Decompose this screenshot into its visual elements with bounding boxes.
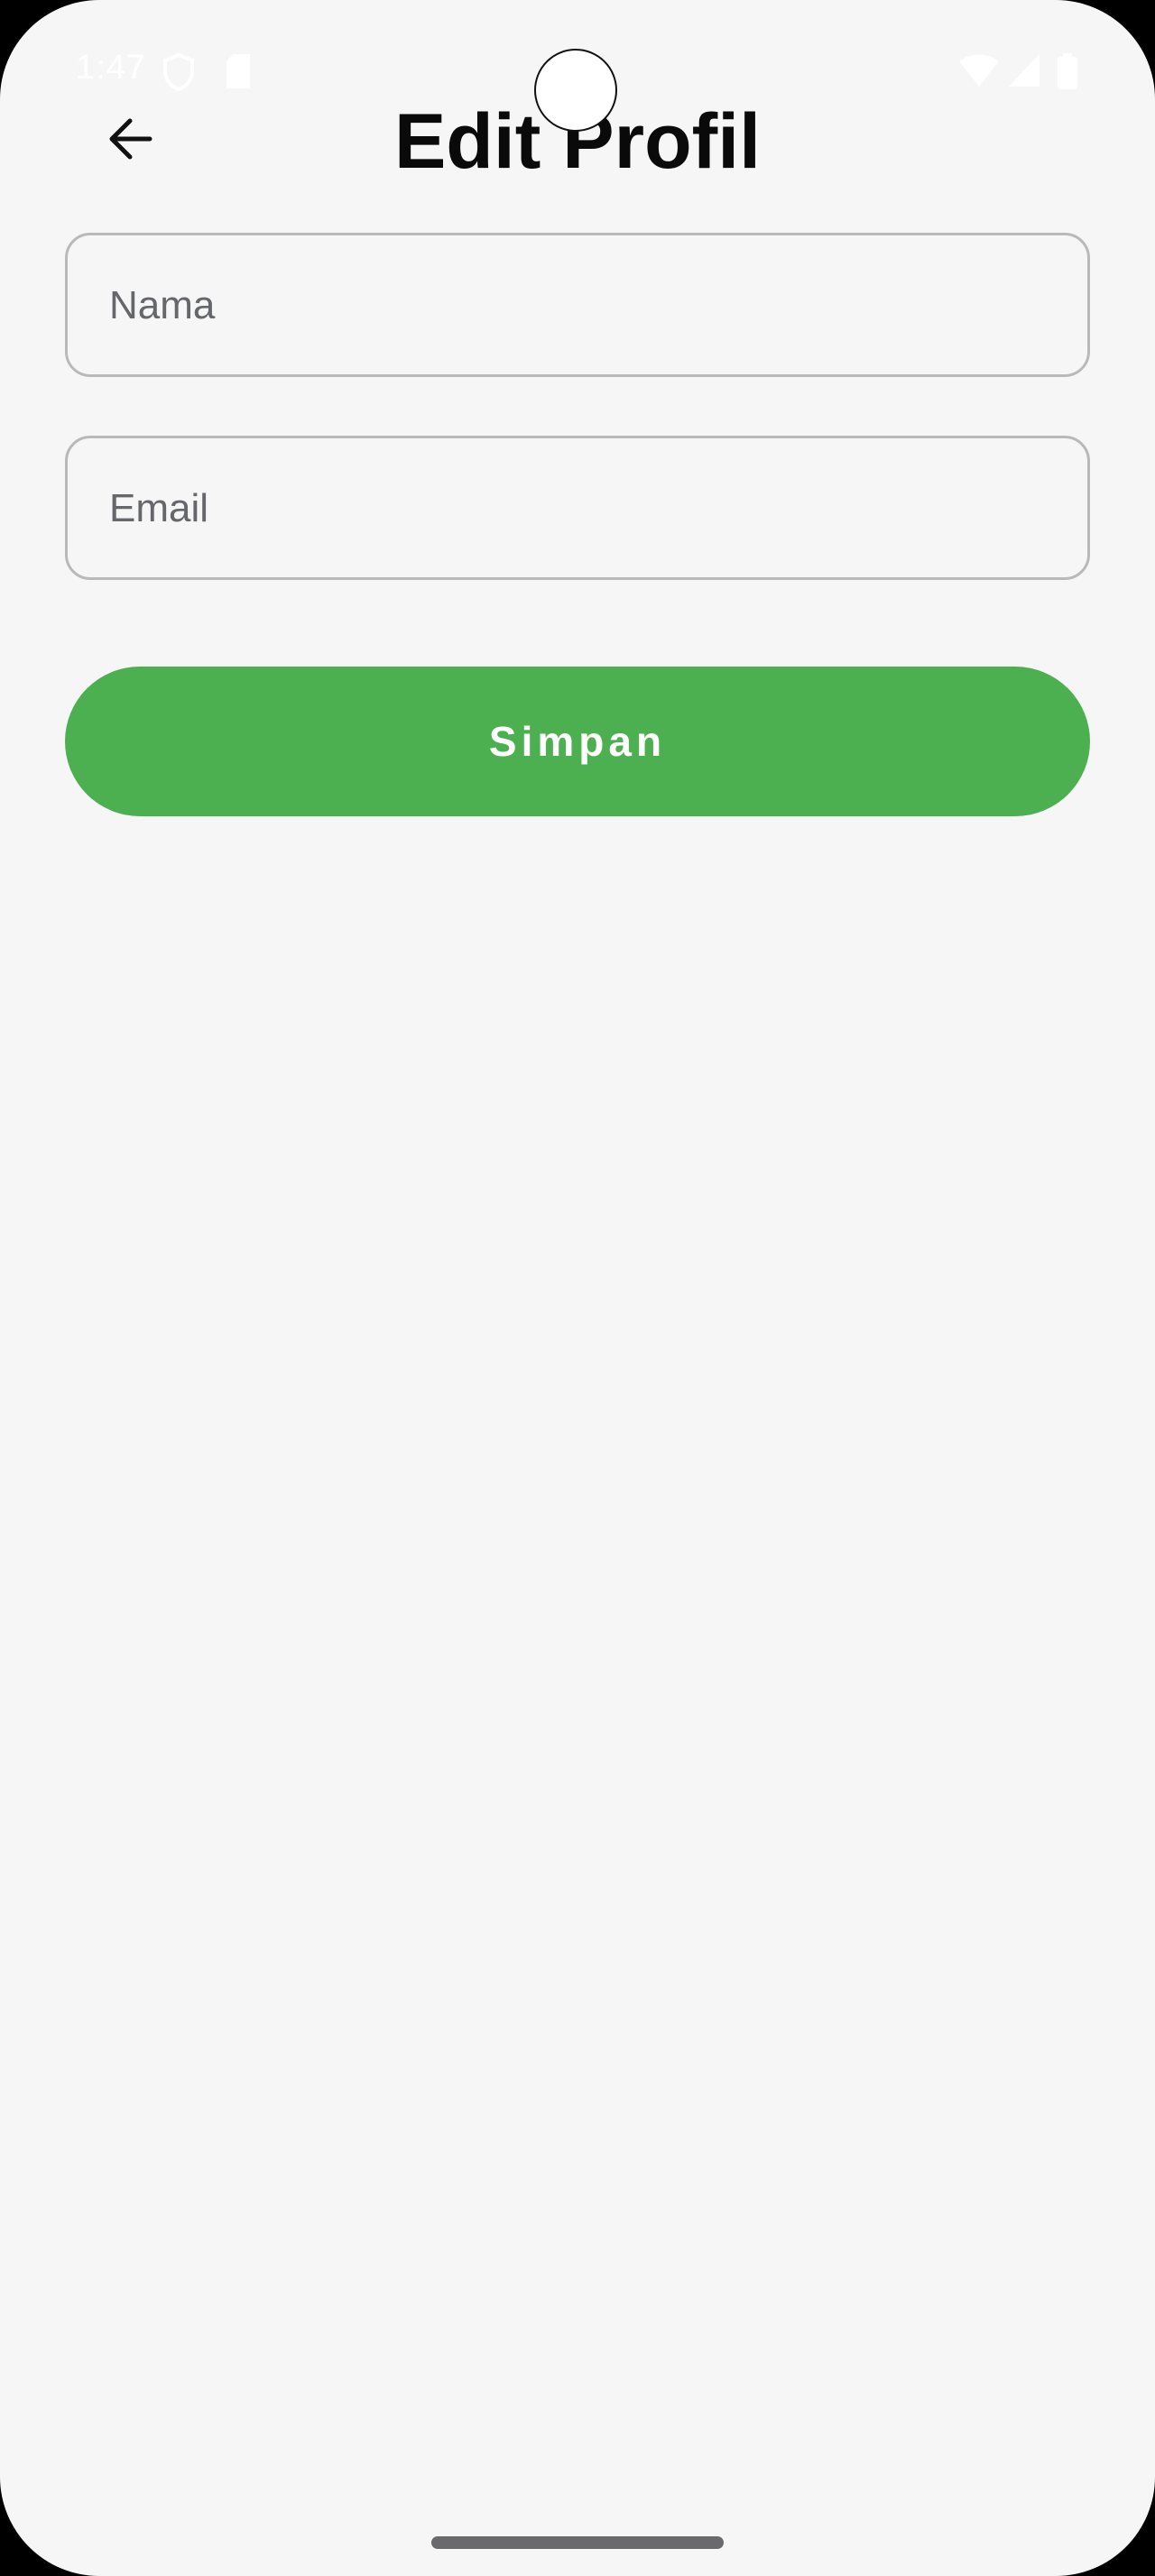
arrow-left-icon (105, 114, 155, 169)
back-button[interactable] (87, 97, 173, 184)
save-button[interactable]: Simpan (65, 667, 1090, 816)
email-field[interactable] (65, 436, 1090, 580)
device-screen: 1:47 Edit Profil Nama Email Simpan (0, 0, 1155, 2576)
email-input[interactable] (107, 438, 1049, 579)
name-field[interactable] (65, 233, 1090, 377)
name-input[interactable] (107, 235, 1049, 376)
camera-cutout (534, 49, 617, 132)
status-time: 1:47 (76, 49, 146, 87)
home-indicator[interactable] (431, 2536, 724, 2549)
